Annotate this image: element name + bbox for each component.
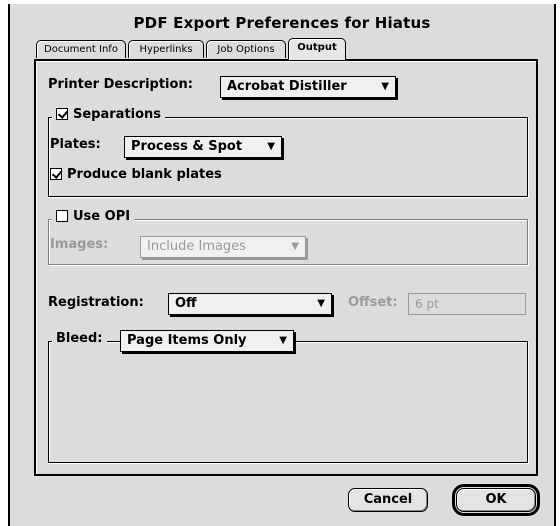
images-value: Include Images (147, 239, 246, 254)
plates-popup[interactable]: Process & Spot ▼ (124, 136, 282, 158)
triangle-down-icon: ▼ (267, 141, 275, 152)
checkmark-icon (50, 168, 62, 180)
blank-plates-label: Produce blank plates (67, 167, 222, 182)
offset-label: Offset: (348, 295, 398, 310)
bleed-label: Bleed: (52, 331, 107, 346)
triangle-down-icon: ▼ (291, 241, 299, 252)
registration-label: Registration: (48, 295, 144, 310)
dialog-title: PDF Export Preferences for Hiatus (133, 14, 431, 32)
printer-description-value: Acrobat Distiller (227, 79, 347, 94)
tab-job-options[interactable]: Job Options (206, 40, 286, 58)
images-popup[interactable]: Include Images ▼ (140, 236, 306, 258)
bleed-value: Page Items Only (127, 333, 247, 348)
use-opi-checkbox[interactable]: Use OPI (52, 209, 135, 224)
plates-value: Process & Spot (131, 139, 243, 154)
printer-description-label: Printer Description: (48, 77, 193, 92)
tab-hyperlinks[interactable]: Hyperlinks (128, 40, 204, 58)
tab-document-info[interactable]: Document Info (36, 40, 126, 58)
checkbox-icon (56, 210, 68, 222)
triangle-down-icon: ▼ (381, 81, 389, 92)
printer-description-popup[interactable]: Acrobat Distiller ▼ (220, 76, 396, 98)
cancel-button[interactable]: Cancel (348, 488, 428, 512)
images-label: Images: (50, 237, 109, 252)
tab-output[interactable]: Output (288, 38, 346, 60)
ok-button[interactable]: OK (452, 484, 540, 516)
registration-popup[interactable]: Off ▼ (168, 293, 332, 315)
plates-label: Plates: (50, 137, 101, 152)
offset-field[interactable]: 6 pt (408, 293, 526, 315)
triangle-down-icon: ▼ (317, 298, 325, 309)
blank-plates-checkbox[interactable]: Produce blank plates (50, 167, 222, 182)
export-dialog: PDF Export Preferences for Hiatus Docume… (8, 4, 556, 526)
separations-checkbox[interactable]: Separations (52, 107, 166, 122)
bleed-group (48, 341, 528, 463)
triangle-down-icon: ▼ (279, 335, 287, 346)
registration-value: Off (175, 296, 197, 311)
separations-label: Separations (73, 107, 162, 122)
bleed-popup[interactable]: Page Items Only ▼ (120, 330, 294, 352)
use-opi-label: Use OPI (73, 209, 131, 224)
separations-group (48, 117, 528, 197)
output-panel: Printer Description: Acrobat Distiller ▼… (34, 59, 538, 476)
checkmark-icon (56, 108, 68, 120)
